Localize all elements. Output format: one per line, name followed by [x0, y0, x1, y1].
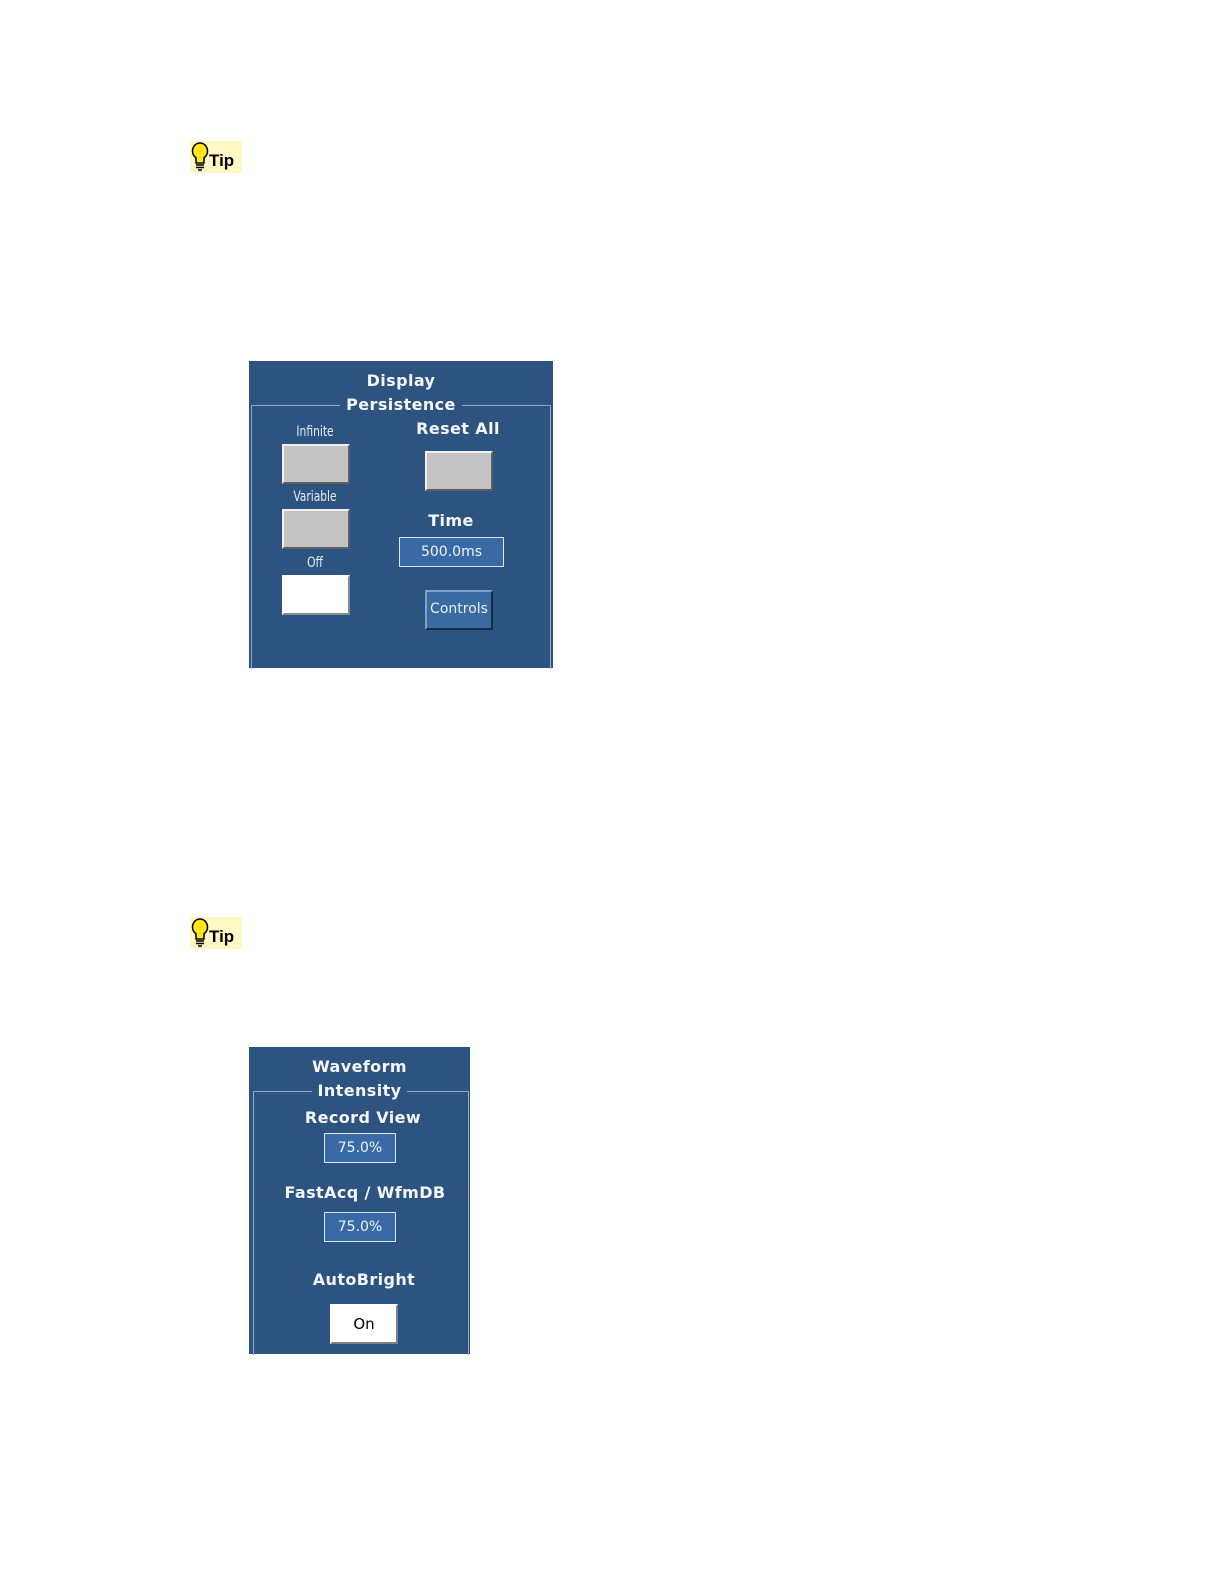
reset-all-button[interactable] [425, 451, 493, 491]
reset-all-label: Reset All [416, 419, 500, 438]
infinite-label: Infinite [296, 424, 334, 440]
panel-title-line1: Display [366, 371, 436, 390]
time-label: Time [428, 511, 474, 530]
lightbulb-icon [191, 918, 209, 947]
waveform-intensity-panel: Waveform Intensity Record View 75.0% Fas… [249, 1047, 470, 1355]
tip-callout: Tip [190, 141, 242, 173]
off-button[interactable] [282, 575, 350, 615]
fastacq-wfmdb-label: FastAcq / WfmDB [284, 1183, 446, 1202]
infinite-button[interactable] [282, 444, 350, 484]
panel-title-line2-text: Persistence [340, 395, 462, 414]
lightbulb-icon [191, 142, 209, 171]
panel-title-line2: Intensity [249, 1081, 470, 1100]
panel-title-line2-text: Intensity [311, 1081, 408, 1100]
time-input[interactable]: 500.0ms [399, 537, 504, 567]
variable-label: Variable [293, 489, 337, 505]
off-label: Off [307, 555, 323, 571]
tip-label: Tip [209, 151, 235, 170]
display-persistence-panel: Display Persistence Infinite Variable Of… [249, 361, 553, 669]
variable-button[interactable] [282, 509, 350, 549]
tip-label: Tip [209, 927, 235, 946]
controls-button[interactable]: Controls [425, 590, 493, 630]
autobright-button[interactable]: On [330, 1304, 398, 1344]
tip-callout: Tip [190, 917, 242, 949]
panel-title-line2: Persistence [249, 395, 553, 414]
record-view-label: Record View [304, 1108, 422, 1127]
autobright-label: AutoBright [312, 1270, 416, 1289]
record-view-input[interactable]: 75.0% [324, 1133, 396, 1163]
fastacq-wfmdb-input[interactable]: 75.0% [324, 1212, 396, 1242]
panel-title-line1: Waveform [312, 1057, 407, 1076]
